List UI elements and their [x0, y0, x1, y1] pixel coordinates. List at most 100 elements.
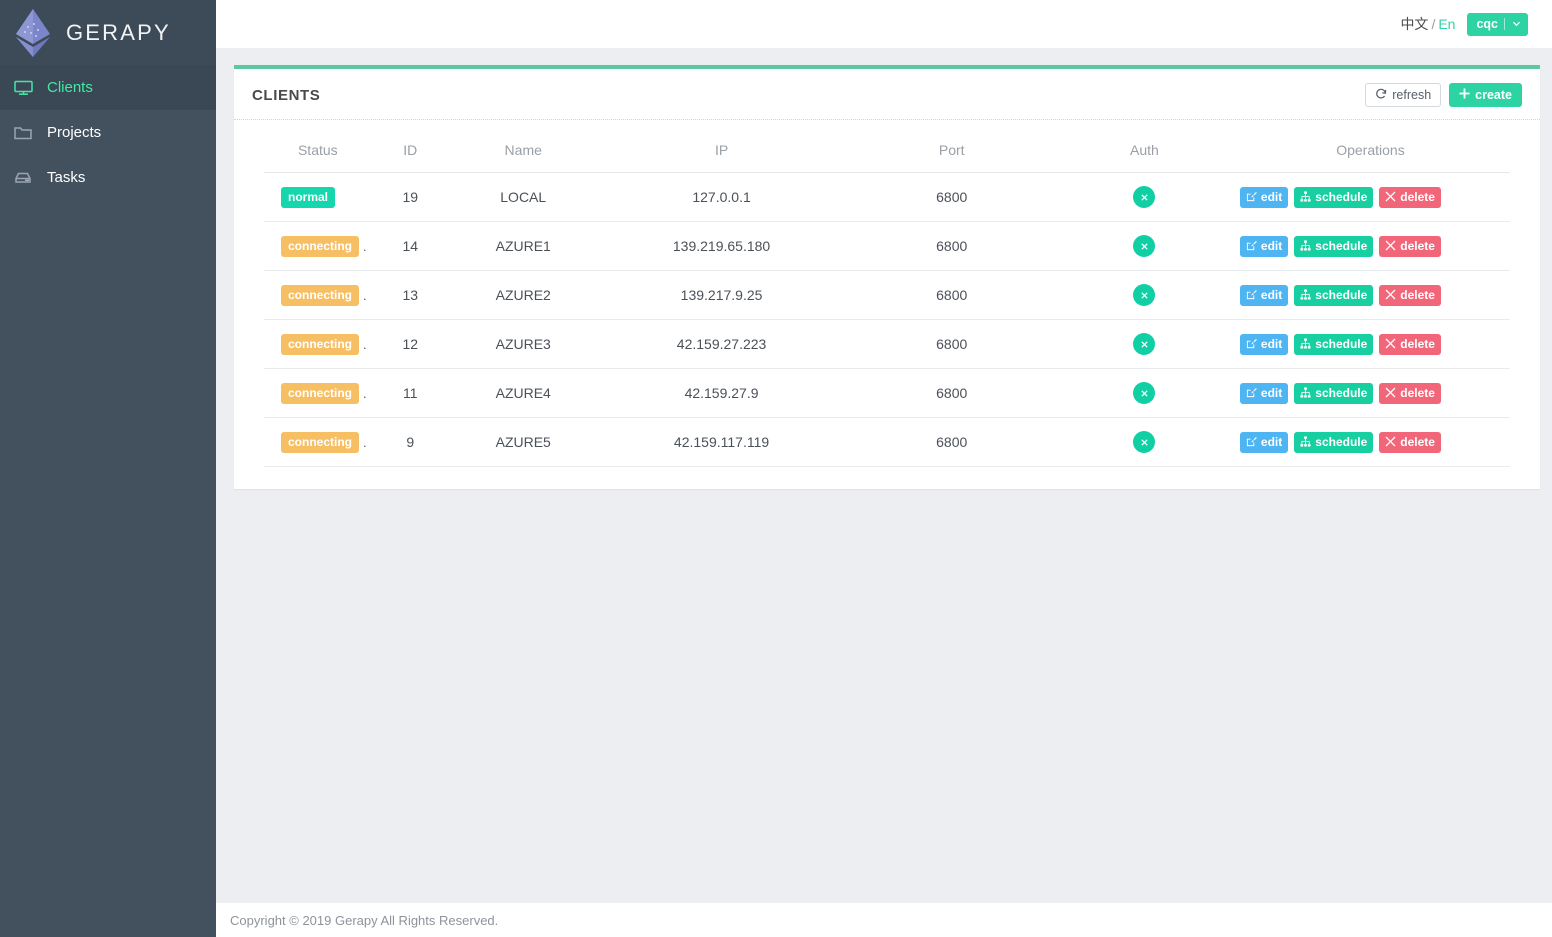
sidebar: GERAPY Clients Projects Tasks	[0, 0, 216, 937]
cell-status: normal	[264, 172, 372, 222]
brand-name: GERAPY	[66, 19, 171, 45]
card-header: CLIENTS refresh create	[234, 69, 1540, 120]
cell-auth	[1057, 417, 1231, 467]
hard-drive-icon	[14, 169, 38, 187]
table-row: connecting . 9 AZURE5 42.159.117.119 680…	[264, 417, 1510, 467]
cell-status: connecting .	[264, 368, 372, 418]
schedule-button[interactable]: schedule	[1294, 186, 1374, 208]
pencil-square-icon	[1246, 338, 1257, 351]
copyright-text: Copyright © 2019 Gerapy All Rights Reser…	[230, 912, 499, 928]
edit-button[interactable]: edit	[1239, 235, 1289, 257]
cell-id: 19	[371, 172, 449, 222]
refresh-icon	[1375, 88, 1387, 103]
times-circle-icon[interactable]	[1133, 186, 1156, 208]
clients-card: CLIENTS refresh create Status ID Name IP…	[234, 65, 1540, 489]
delete-button[interactable]: delete	[1379, 431, 1441, 453]
schedule-button[interactable]: schedule	[1294, 382, 1374, 404]
cell-auth	[1057, 172, 1231, 222]
schedule-label: schedule	[1315, 190, 1368, 204]
delete-button[interactable]: delete	[1379, 284, 1441, 306]
schedule-label: schedule	[1315, 435, 1368, 449]
times-circle-icon[interactable]	[1133, 382, 1156, 404]
delete-button[interactable]: delete	[1379, 382, 1441, 404]
sidebar-nav: Clients Projects Tasks	[0, 65, 216, 200]
edit-label: edit	[1260, 288, 1283, 302]
times-circle-icon[interactable]	[1133, 431, 1156, 453]
sidebar-item-projects[interactable]: Projects	[0, 110, 216, 155]
table-row: connecting . 11 AZURE4 42.159.27.9 6800 …	[264, 368, 1510, 418]
sidebar-item-clients[interactable]: Clients	[0, 65, 216, 110]
sitemap-icon	[1300, 435, 1311, 449]
schedule-button[interactable]: schedule	[1294, 431, 1374, 453]
cell-port: 6800	[845, 368, 1058, 418]
pencil-square-icon	[1246, 436, 1257, 449]
cell-ip: 42.159.27.223	[597, 319, 846, 369]
schedule-label: schedule	[1315, 288, 1368, 302]
edit-button[interactable]: edit	[1239, 186, 1289, 208]
schedule-button[interactable]: schedule	[1294, 235, 1374, 257]
times-circle-icon[interactable]	[1133, 235, 1156, 257]
schedule-button[interactable]: schedule	[1294, 333, 1374, 355]
delete-button[interactable]: delete	[1379, 235, 1441, 257]
cell-port: 6800	[845, 221, 1058, 271]
cell-port: 6800	[845, 270, 1058, 320]
times-circle-icon[interactable]	[1133, 333, 1156, 355]
schedule-button[interactable]: schedule	[1294, 284, 1374, 306]
topbar: 中文 / En cqc	[216, 0, 1552, 48]
pencil-square-icon	[1246, 387, 1257, 400]
schedule-label: schedule	[1315, 337, 1368, 351]
lang-zh-link[interactable]: 中文	[1400, 16, 1428, 32]
plus-icon	[1459, 88, 1470, 102]
schedule-label: schedule	[1315, 239, 1368, 253]
column-header-status: Status	[264, 130, 372, 173]
delete-label: delete	[1400, 386, 1435, 400]
table-header-row: Status ID Name IP Port Auth Operations	[264, 130, 1510, 173]
edit-button[interactable]: edit	[1239, 382, 1289, 404]
user-menu-label: cqc	[1476, 17, 1498, 31]
edit-label: edit	[1260, 190, 1283, 204]
card-actions: refresh create	[1365, 83, 1522, 107]
create-button[interactable]: create	[1449, 83, 1522, 107]
cell-id: 13	[371, 270, 449, 320]
delete-button[interactable]: delete	[1379, 333, 1441, 355]
status-dot: .	[363, 336, 367, 352]
times-icon	[1385, 338, 1396, 351]
column-header-operations: Operations	[1230, 130, 1510, 173]
times-circle-icon[interactable]	[1133, 284, 1156, 306]
cell-id: 12	[371, 319, 449, 369]
sitemap-icon	[1300, 190, 1311, 204]
sidebar-item-label: Clients	[47, 79, 93, 96]
cell-operations: edit schedule delete	[1230, 319, 1510, 369]
delete-button[interactable]: delete	[1379, 186, 1441, 208]
column-header-auth: Auth	[1057, 130, 1231, 173]
status-dot: .	[363, 238, 367, 254]
lang-en-link[interactable]: En	[1438, 16, 1455, 32]
user-menu-button[interactable]: cqc	[1467, 12, 1528, 36]
status-badge: normal	[281, 186, 336, 208]
user-menu-divider	[1504, 18, 1505, 30]
cell-ip: 42.159.117.119	[597, 417, 846, 467]
table-row: connecting . 13 AZURE2 139.217.9.25 6800…	[264, 270, 1510, 320]
delete-label: delete	[1400, 435, 1435, 449]
status-dot: .	[363, 287, 367, 303]
cell-auth	[1057, 368, 1231, 418]
status-badge: connecting	[281, 235, 360, 257]
pencil-square-icon	[1246, 191, 1257, 204]
times-icon	[1385, 240, 1396, 253]
schedule-label: schedule	[1315, 386, 1368, 400]
cell-status: connecting .	[264, 417, 372, 467]
edit-button[interactable]: edit	[1239, 284, 1289, 306]
folder-icon	[14, 124, 38, 142]
edit-button[interactable]: edit	[1239, 431, 1289, 453]
cell-name: AZURE1	[448, 221, 598, 271]
app-root: GERAPY Clients Projects Tasks 中文 / En cq…	[0, 0, 1552, 937]
brand[interactable]: GERAPY	[0, 0, 216, 65]
column-header-port: Port	[845, 130, 1058, 173]
footer: Copyright © 2019 Gerapy All Rights Reser…	[216, 903, 1552, 937]
times-icon	[1385, 436, 1396, 449]
sidebar-item-tasks[interactable]: Tasks	[0, 155, 216, 200]
refresh-button[interactable]: refresh	[1365, 83, 1442, 107]
cell-operations: edit schedule delete	[1230, 221, 1510, 271]
edit-button[interactable]: edit	[1239, 333, 1289, 355]
status-badge: connecting	[281, 284, 360, 306]
